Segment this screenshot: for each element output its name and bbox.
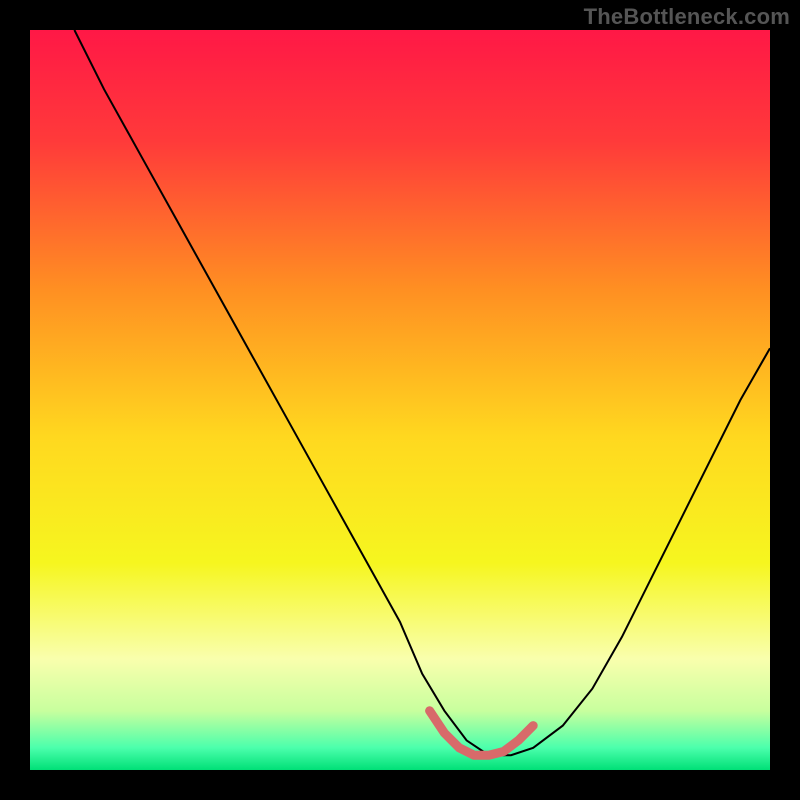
chart-frame: TheBottleneck.com <box>0 0 800 800</box>
watermark-text: TheBottleneck.com <box>584 4 790 30</box>
plot-area <box>30 30 770 770</box>
gradient-background <box>30 30 770 770</box>
chart-svg <box>30 30 770 770</box>
